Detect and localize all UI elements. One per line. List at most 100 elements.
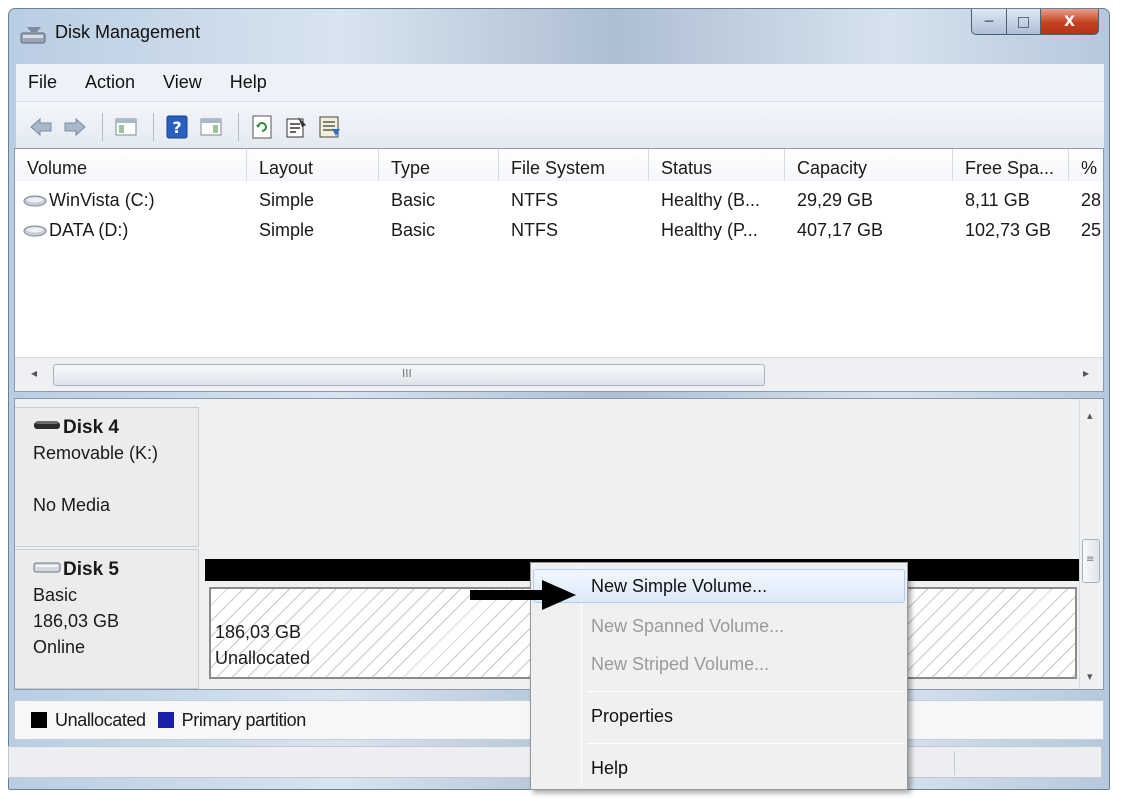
disk-5-label[interactable]: Disk 5 Basic 186,03 GB Online <box>15 549 199 689</box>
maximize-button[interactable]: □ <box>1007 9 1041 35</box>
column-volume[interactable]: Volume <box>15 149 247 181</box>
status-cell: Healthy (P... <box>661 220 758 240</box>
column-file-system[interactable]: File System <box>499 149 649 181</box>
forward-arrow-icon <box>64 117 86 136</box>
column-status[interactable]: Status <box>649 149 785 181</box>
close-icon: X <box>1064 13 1075 30</box>
toolbar-separator <box>153 112 154 141</box>
scroll-right-icon[interactable]: ▸ <box>1083 366 1089 380</box>
menu-item-help[interactable]: Help <box>533 751 905 785</box>
toolbar: ? <box>16 102 1104 152</box>
percent-free-cell: 28 <box>1081 190 1102 210</box>
back-button[interactable] <box>26 112 56 142</box>
console-tree-icon <box>115 118 137 135</box>
hard-disk-icon <box>33 562 61 573</box>
disk-4-media-status: No Media <box>33 495 111 515</box>
disk-5-type: Basic <box>33 585 78 605</box>
drive-icon <box>23 195 47 207</box>
scroll-grip-icon: ≡ <box>1086 554 1095 565</box>
capacity-cell: 407,17 GB <box>797 220 884 240</box>
disk-5-status: Online <box>33 637 86 657</box>
disk-4-label[interactable]: Disk 4 Removable (K:) No Media <box>15 407 199 547</box>
menu-item-properties[interactable]: Properties <box>533 699 905 733</box>
column-capacity[interactable]: Capacity <box>785 149 953 181</box>
help-button[interactable]: ? <box>162 112 192 142</box>
layout-cell: Simple <box>259 220 315 240</box>
scroll-down-icon[interactable]: ▾ <box>1087 670 1093 683</box>
disk-4-name: Disk 4 <box>63 417 119 438</box>
back-arrow-icon <box>30 117 52 136</box>
toolbar-separator <box>238 112 239 141</box>
toolbar-separator <box>102 112 103 141</box>
horizontal-scroll-thumb[interactable]: III <box>53 364 765 386</box>
column-layout[interactable]: Layout <box>247 149 379 181</box>
scroll-left-icon[interactable]: ◂ <box>31 366 37 380</box>
minimize-button[interactable]: ─ <box>971 9 1007 35</box>
close-button[interactable]: X <box>1041 9 1099 35</box>
menu-action[interactable]: Action <box>85 72 135 93</box>
menu-item-new-simple-volume[interactable]: New Simple Volume... <box>533 569 905 603</box>
horizontal-scrollbar[interactable]: ◂ III ▸ <box>15 357 1103 391</box>
context-menu-separator <box>587 743 903 744</box>
vertical-scrollbar[interactable]: ▴ ≡ ▾ <box>1079 399 1103 689</box>
legend-primary-partition: Primary partition <box>181 709 307 730</box>
volume-list: Volume Layout Type File System Status Ca… <box>14 148 1104 392</box>
minimize-icon: ─ <box>984 13 994 30</box>
volume-list-header: Volume Layout Type File System Status Ca… <box>15 149 1103 181</box>
maximize-icon: □ <box>1016 13 1031 30</box>
scroll-up-icon[interactable]: ▴ <box>1087 409 1093 422</box>
menu-item-new-spanned-volume[interactable]: New Spanned Volume... <box>533 609 905 643</box>
drive-icon <box>23 225 47 237</box>
primary-partition-swatch <box>157 712 174 728</box>
export-list-button[interactable] <box>315 112 345 142</box>
show-hide-console-tree-button[interactable] <box>111 112 141 142</box>
percent-free-cell: 25 <box>1081 220 1102 240</box>
volume-name: WinVista (C:) <box>49 190 155 210</box>
scroll-grip-icon: III <box>402 367 412 380</box>
disk-4-area <box>201 407 1079 547</box>
volume-row[interactable]: WinVista (C:) Simple Basic NTFS Healthy … <box>15 185 1103 215</box>
menu-view[interactable]: View <box>163 72 202 93</box>
disk-4-type: Removable (K:) <box>33 443 159 463</box>
legend-unallocated: Unallocated <box>55 709 146 730</box>
menu-file[interactable]: File <box>28 72 57 93</box>
window-title: Disk Management <box>55 22 201 42</box>
properties-button[interactable] <box>281 112 311 142</box>
refresh-button[interactable] <box>247 112 277 142</box>
disk-4-spacer <box>33 466 198 492</box>
vertical-scroll-thumb[interactable]: ≡ <box>1082 539 1100 583</box>
title-bar[interactable]: Disk Management ─ □ X <box>9 9 1109 57</box>
action-pane-icon <box>200 118 222 135</box>
column-free-space[interactable]: Free Spa... <box>953 149 1069 181</box>
pointer-arrow-icon <box>470 580 576 610</box>
column-percent-free[interactable]: % F <box>1069 149 1103 181</box>
file-system-cell: NTFS <box>511 220 558 240</box>
refresh-icon <box>252 115 272 138</box>
status-cell: Healthy (B... <box>661 190 761 210</box>
column-type[interactable]: Type <box>379 149 499 181</box>
disk-row-disk-4: Disk 4 Removable (K:) No Media <box>15 407 1079 547</box>
capacity-cell: 29,29 GB <box>797 190 874 210</box>
unallocated-swatch <box>31 712 47 728</box>
volume-name: DATA (D:) <box>49 220 129 240</box>
free-space-cell: 102,73 GB <box>965 220 1052 240</box>
volume-cell: DATA (D:) <box>15 215 247 245</box>
menu-bar: File Action View Help <box>16 64 1104 102</box>
removable-disk-icon <box>34 421 60 429</box>
layout-cell: Simple <box>259 190 315 210</box>
type-cell: Basic <box>391 220 436 240</box>
export-list-icon <box>319 116 340 137</box>
file-system-cell: NTFS <box>511 190 558 210</box>
type-cell: Basic <box>391 190 436 210</box>
svg-text:?: ? <box>172 118 181 137</box>
context-menu: New Simple Volume... New Spanned Volume.… <box>530 562 908 790</box>
context-menu-separator <box>587 691 903 692</box>
volume-row[interactable]: DATA (D:) Simple Basic NTFS Healthy (P..… <box>15 215 1103 245</box>
forward-button[interactable] <box>60 112 90 142</box>
menu-item-new-striped-volume[interactable]: New Striped Volume... <box>533 647 905 681</box>
properties-icon <box>286 116 306 137</box>
menu-help[interactable]: Help <box>230 72 267 93</box>
volume-cell: WinVista (C:) <box>15 185 247 215</box>
help-icon: ? <box>166 115 188 138</box>
show-hide-action-pane-button[interactable] <box>196 112 226 142</box>
